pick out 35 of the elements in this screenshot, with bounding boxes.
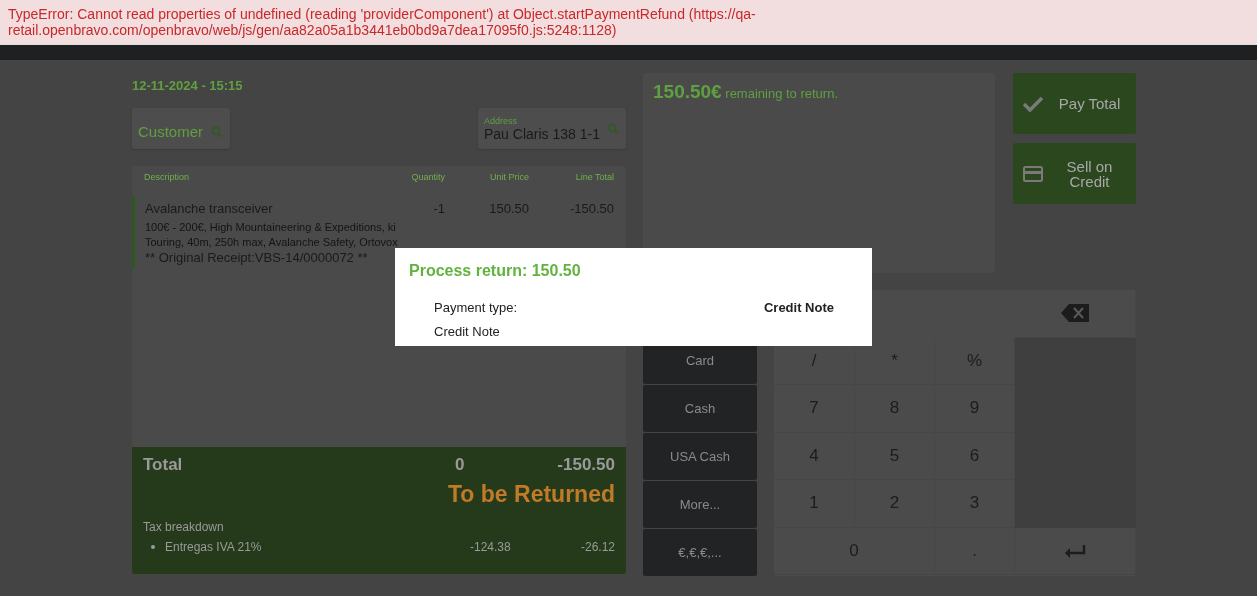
bullet-icon [151,545,155,549]
payment-method-button[interactable]: USA Cash [643,433,757,480]
keypad-key[interactable]: % [935,337,1015,385]
customer-field[interactable]: Customer [132,108,230,149]
receipt-date: 12-11-2024 - 15:15 [132,77,244,95]
error-message: TypeError: Cannot read properties of undefined (reading 'providerComponent') at Object.startPaymentRefund (https://qa-retail.openbravo.com/openbravo/web/js/gen/aa82a05a1b3441eb0bd9a7dea17095f0.js:5248:1128) [8,6,756,38]
total-label: Total [143,455,184,475]
tax-amount: -26.12 [579,540,615,554]
return-status: To be Returned [448,481,615,508]
check-icon [1023,95,1043,112]
credit-card-icon [1023,165,1043,182]
total-quantity: 0 [455,455,466,475]
payment-method-button[interactable]: €,€,€,... [643,529,757,576]
remaining-text: 150.50€ remaining to return. [653,86,839,101]
payment-method-button[interactable]: Cash [643,385,757,432]
backspace-icon [1060,303,1090,324]
column-header: Unit Price [489,172,529,184]
payment-type-label: Payment type: [434,300,518,315]
tax-base: -124.38 [470,540,512,554]
payment-type-value: Credit Note [763,300,834,315]
enter-icon [1064,543,1086,558]
keypad-key[interactable]: * [855,337,935,385]
tax-title: Tax breakdown [143,520,225,534]
total-amount: -150.50 [556,455,615,475]
column-header: Quantity [410,172,445,184]
keypad-key[interactable]: . [935,527,1015,575]
backspace-key[interactable] [1015,290,1136,338]
payment-method-button[interactable]: More... [643,481,757,528]
sell-on-credit-button[interactable]: Sell on Credit [1013,143,1136,204]
enter-key[interactable] [1015,527,1136,575]
pay-total-button[interactable]: Pay Total [1013,73,1136,134]
column-header: Description [144,172,191,184]
tax-name: Entregas IVA 21% [165,540,263,554]
column-header: Line Total [574,172,614,184]
payment-method-option[interactable]: Credit Note [434,324,500,339]
